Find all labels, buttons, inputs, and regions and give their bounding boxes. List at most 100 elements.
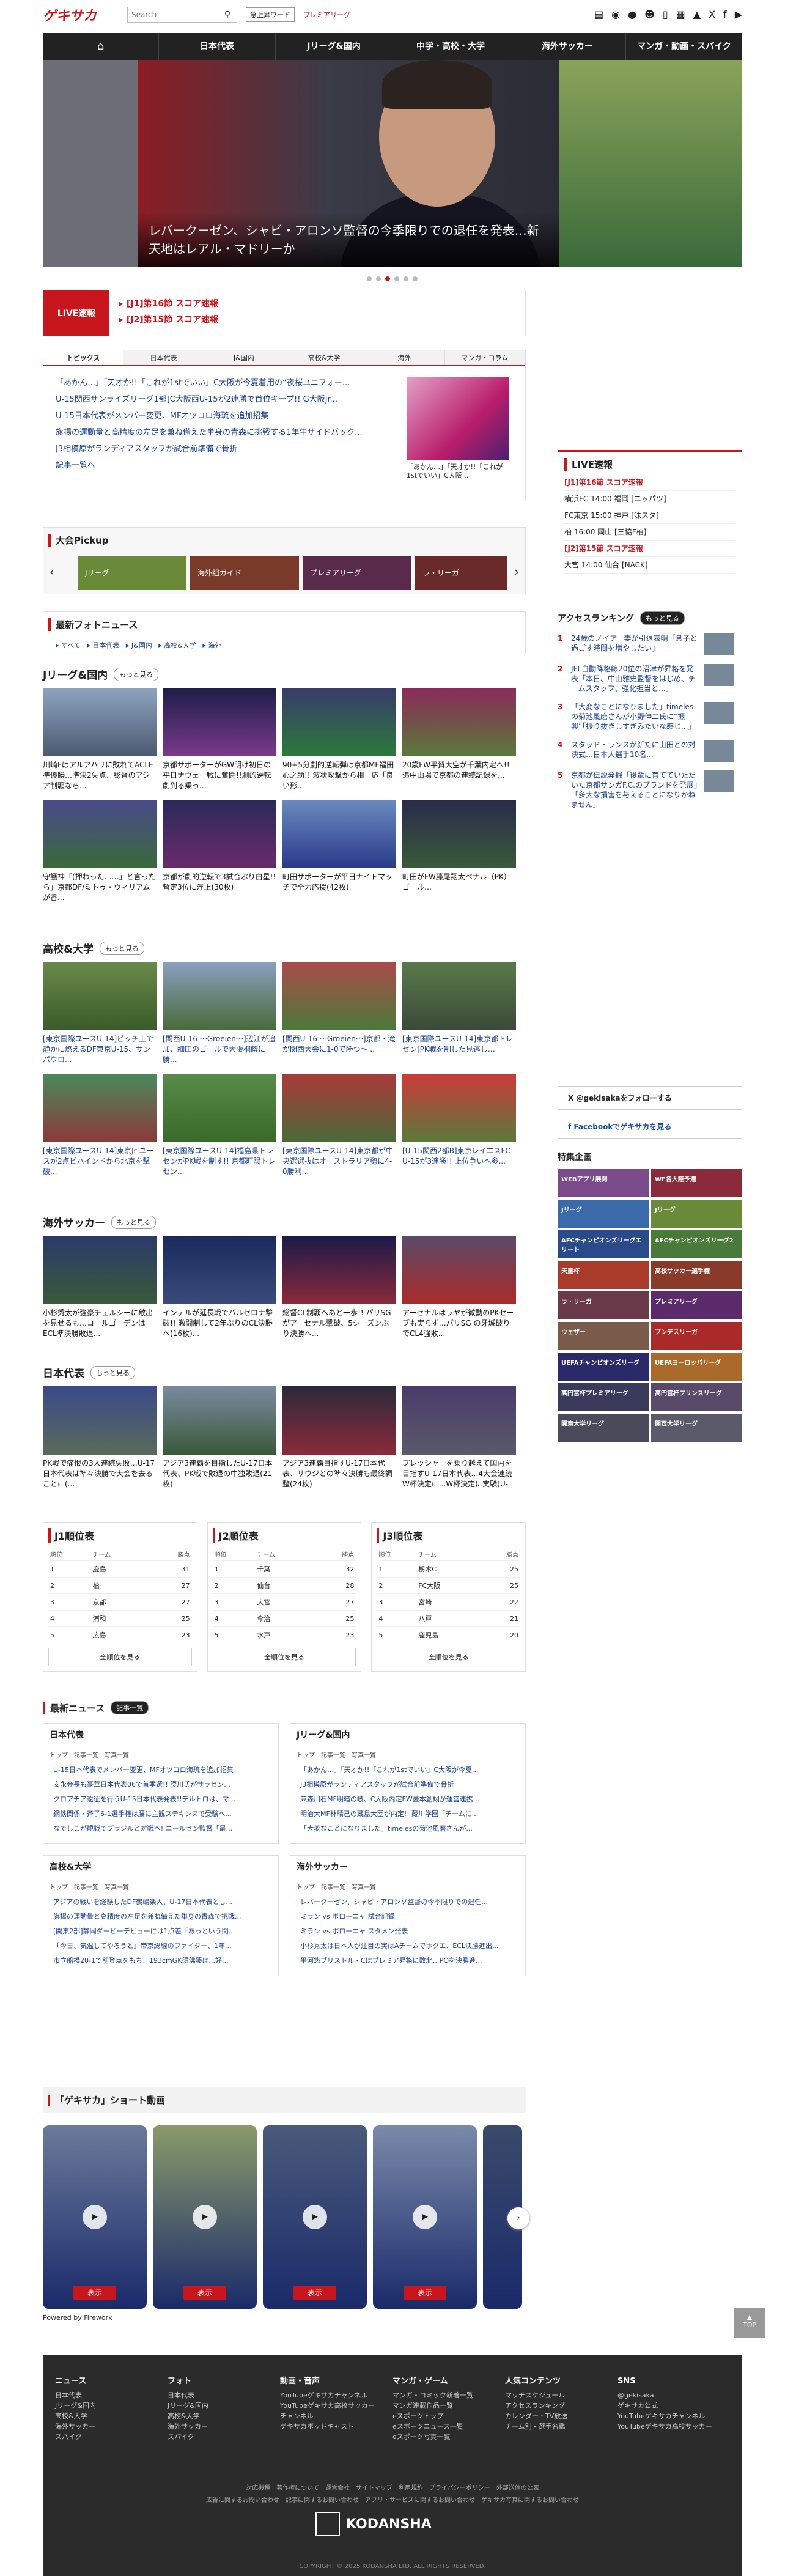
photo-card[interactable]: インテルが延長戦でバルセロナ撃破!! 激闘制して2年ぶりのCL決勝へ(16枚).… xyxy=(163,1236,276,1339)
footer-link[interactable]: チャンネル xyxy=(280,2411,392,2421)
chevron-right-icon[interactable]: › xyxy=(507,2207,529,2229)
kodansha-logo[interactable]: KODANSHA xyxy=(315,2512,432,2536)
short-video[interactable]: ▶ 表示 xyxy=(373,2125,477,2309)
feature-banner[interactable]: ラ・リーガ xyxy=(558,1291,649,1319)
tab-column[interactable]: マンガ・コラム xyxy=(444,350,525,365)
footer-link[interactable]: eスポーツトップ xyxy=(392,2411,505,2421)
ranking-item[interactable]: 3 「大変なことになりました」timelesの菊池風磨さんが小野伸二氏に“振興”「… xyxy=(558,702,742,731)
topic-link[interactable]: U-15日本代表がメンバー変更、MFオツコロ海琉を追加招集 xyxy=(56,408,398,424)
x-follow-button[interactable]: X @gekisakaをフォローする xyxy=(558,1086,742,1110)
news-link[interactable]: ミラン vs ボローニャ 試合記録 xyxy=(290,1910,525,1924)
footer-link[interactable]: YouTubeゲキサカチャンネル xyxy=(617,2411,730,2421)
search-box[interactable]: ⚲ xyxy=(127,6,237,23)
photo-card[interactable]: アーセナルはラヤが微動のPKセーブも実らず…パリSG の牙城破りでCL4強敗..… xyxy=(402,1236,516,1339)
footer-links[interactable]: 対応機種 著作権について 運営会社 サイトマップ 利用規約 プライバシーポリシー… xyxy=(43,2482,742,2495)
topic-link[interactable]: 旗揚の運動量と高精度の左足を兼ね備えた単身の青森に挑戦する1年生サイドバック..… xyxy=(56,424,398,441)
news-link[interactable]: 鋼鉄関係・斉子6-1選手権は腰に主観ステキンスで受験へ... xyxy=(43,1807,278,1821)
photo-card[interactable]: 総督CL制覇へあと一歩!! パリSGがアーセナル撃破、5シーズンぶり決勝へ... xyxy=(282,1236,396,1339)
show-button[interactable]: 表示 xyxy=(404,2286,446,2300)
footer-link[interactable]: スパイク xyxy=(55,2432,168,2442)
hero-carousel[interactable]: レバークーゼン、シャビ・アロンソ監督の今季限りでの退任を発表…新天地はレアル・マ… xyxy=(43,60,742,267)
facebook-icon[interactable]: f xyxy=(723,9,727,20)
photo-link[interactable]: ▸ J&国内 xyxy=(126,641,152,649)
photo-card[interactable]: [東京国際ユースU-14]福島県トレセンがPK戦を制す!! 京都旺陽トレセン..… xyxy=(163,1074,276,1177)
ranking-item[interactable]: 5 京都が伝説発掘「後輩に育てていただいた京都サンガF.C.のブランドを発展」「多… xyxy=(558,770,742,810)
carousel-dot[interactable] xyxy=(394,276,399,281)
carousel-dot[interactable] xyxy=(367,276,372,281)
photo-link[interactable]: ▸ 日本代表 xyxy=(87,641,119,649)
back-to-top-button[interactable]: ▲ TOP xyxy=(734,2308,765,2338)
photo-card[interactable]: アジア3連覇を目指したU-17日本代表、PK戦で敗退の中独敗退(21枚) xyxy=(163,1386,276,1489)
calendar-icon[interactable]: ▦ xyxy=(676,9,685,20)
feature-banner[interactable]: 高円宮杯プリンスリーグ xyxy=(651,1383,742,1411)
search-input[interactable] xyxy=(128,7,219,21)
footer-link[interactable]: 日本代表 xyxy=(55,2390,168,2401)
book-icon[interactable]: ▯ xyxy=(663,9,668,20)
show-button[interactable]: 表示 xyxy=(73,2286,116,2300)
more-button[interactable]: もっと見る xyxy=(111,1215,156,1229)
nav-item[interactable]: 日本代表 xyxy=(159,33,276,60)
nav-item[interactable]: Jリーグ&国内 xyxy=(276,33,392,60)
feature-banner[interactable]: WEBアプリ展開 xyxy=(558,1169,649,1197)
pickup-item[interactable]: ラ・リーガ xyxy=(415,556,507,590)
news-link[interactable]: クロアチア遠征を行うU-15日本代表発表!!デルトロは、マ... xyxy=(43,1792,278,1807)
play-icon[interactable]: ▶ xyxy=(193,2205,217,2229)
short-video[interactable]: ▶ 表示 xyxy=(153,2125,257,2309)
view-all-standings-button[interactable]: 全順位を見る xyxy=(48,1648,192,1666)
footer-links[interactable]: 広告に関するお問い合わせ 記事に関するお問い合わせ アプリ・サービスに関するお問… xyxy=(43,2495,742,2507)
news-link[interactable]: 明治大MF林晴己の蔵島大団が内定!! 蔵川学園「チームに... xyxy=(290,1807,525,1821)
live-link[interactable]: ▸ [J2]第15節 スコア速報 xyxy=(119,312,218,328)
feature-banner[interactable]: WF各大陸予選 xyxy=(651,1169,742,1197)
photo-card[interactable]: 町田サポーターが平日ナイトマッチで全力応援(42枚) xyxy=(282,800,396,903)
footer-link[interactable]: マッチスケジュール xyxy=(505,2390,617,2401)
view-all-standings-button[interactable]: 全順位を見る xyxy=(377,1648,521,1666)
camera-icon[interactable]: ◉ xyxy=(611,9,620,20)
news-link[interactable]: 旗揚の運動量と高精度の左足を兼ね備えた単身の青森で挑戦... xyxy=(43,1910,278,1924)
pickup-item[interactable]: 海外組ガイド xyxy=(190,556,299,590)
news-link[interactable]: 「あかん…」「天才か!!「これが1stでいい」C大阪が今夏... xyxy=(290,1763,525,1777)
news-link[interactable]: 平河悠ブリストル・Cはプレミア昇格に敗北…POを決勝進... xyxy=(290,1954,525,1968)
footer-link[interactable]: Jリーグ&国内 xyxy=(55,2401,168,2411)
news-link[interactable]: レバークーゼン、シャビ・アロンソ監督の今季限りでの退任... xyxy=(290,1895,525,1910)
footer-link[interactable]: ゲキサカ公式 xyxy=(617,2401,730,2411)
youtube-icon[interactable]: ▶ xyxy=(735,9,742,20)
show-button[interactable]: 表示 xyxy=(293,2286,336,2300)
nav-item[interactable]: マンガ・動画・スパイク xyxy=(626,33,742,60)
trending-words-button[interactable]: 急上昇ワード xyxy=(246,7,295,22)
ranking-item[interactable]: 2 JFL自動降格線20位の沼津が昇格を発表「本日、中山雅史監督をはじめ、チームス… xyxy=(558,664,742,693)
topic-thumbnail[interactable] xyxy=(407,377,509,460)
feature-banner[interactable]: 高円宮杯プレミアリーグ xyxy=(558,1383,649,1411)
site-logo[interactable]: ゲキサカ xyxy=(43,5,116,24)
feature-banner[interactable]: UEFAチャンピオンズリーグ xyxy=(558,1353,649,1381)
photo-card[interactable]: [関西U-16 ～Groeien～]京都・滝が関西大会に1-0で勝つ〜... xyxy=(282,962,396,1065)
photo-card[interactable]: アジア3連覇目指すU-17日本代表、サウジとの準々決勝も最終調整(24枚) xyxy=(282,1386,396,1489)
carousel-dot[interactable] xyxy=(385,276,390,281)
footer-link[interactable]: 海外サッカー xyxy=(55,2421,168,2432)
feature-banner[interactable]: ブンデスリーガ xyxy=(651,1322,742,1350)
feature-banner[interactable]: Jリーグ xyxy=(558,1200,649,1228)
footer-link[interactable]: 日本代表 xyxy=(168,2390,280,2401)
shoe-icon[interactable]: ▲ xyxy=(693,9,701,20)
photo-card[interactable]: 守護神「(押わった……」と言ったら」京都DF/ミトゥ・ウィリアムが香... xyxy=(43,800,157,903)
news-icon[interactable]: ▤ xyxy=(594,9,603,20)
x-icon[interactable]: X xyxy=(709,9,715,20)
people-icon[interactable]: ☻ xyxy=(644,9,655,20)
photo-card[interactable]: [東京国際ユースU-14]東京Jr ユースが2点ビハインドから北京を撃破... xyxy=(43,1074,157,1177)
news-link[interactable]: アジアの戦いを経験したDF鶴嶋楽人、U-17日本代表とし... xyxy=(43,1895,278,1910)
footer-link[interactable]: eスポーツニュース一覧 xyxy=(392,2421,505,2432)
news-link[interactable]: 兼森川石MF明暗の岐、C大阪内定FW菱本創翔が運営連携... xyxy=(290,1792,525,1807)
feature-banner[interactable]: UEFAヨーロッパリーグ xyxy=(651,1353,742,1381)
short-video[interactable]: ▶ 表示 xyxy=(43,2125,147,2309)
more-button[interactable]: もっと見る xyxy=(99,941,144,955)
topic-link[interactable]: 「あかん…」「天才か!!「これが1stでいい」C大阪が今夏着用の“夜桜ユニフォー… xyxy=(56,375,398,391)
photo-card[interactable]: 小杉秀太が強豪チェルシーに敵出を見せるも…コールゴーデンはECL準決勝敗退... xyxy=(43,1236,157,1339)
footer-link[interactable]: アクセスランキング xyxy=(505,2401,617,2411)
photo-card[interactable]: プレッシャーを乗り越えて国内を目指すU-17日本代表…4大会連続W杯決定に...… xyxy=(402,1386,516,1489)
photo-link[interactable]: ▸ 高校&大学 xyxy=(158,641,196,649)
match-line[interactable]: 横浜FC 14:00 福岡 [ニッパツ] xyxy=(564,491,735,507)
nav-item[interactable]: 海外サッカー xyxy=(509,33,626,60)
photo-link[interactable]: ▸ すべて xyxy=(56,641,81,649)
photo-card[interactable]: 川崎Fはアルアハリに敗れてACLE準優勝…準決2失点、総督のアジア制覇なら... xyxy=(43,688,157,791)
hero-caption[interactable]: レバークーゼン、シャビ・アロンソ監督の今季限りでの退任を発表…新天地はレアル・マ… xyxy=(138,213,559,267)
ranking-item[interactable]: 4 スタッド・ランスが新たに山田との対決式…日本人選手10名... xyxy=(558,740,742,762)
